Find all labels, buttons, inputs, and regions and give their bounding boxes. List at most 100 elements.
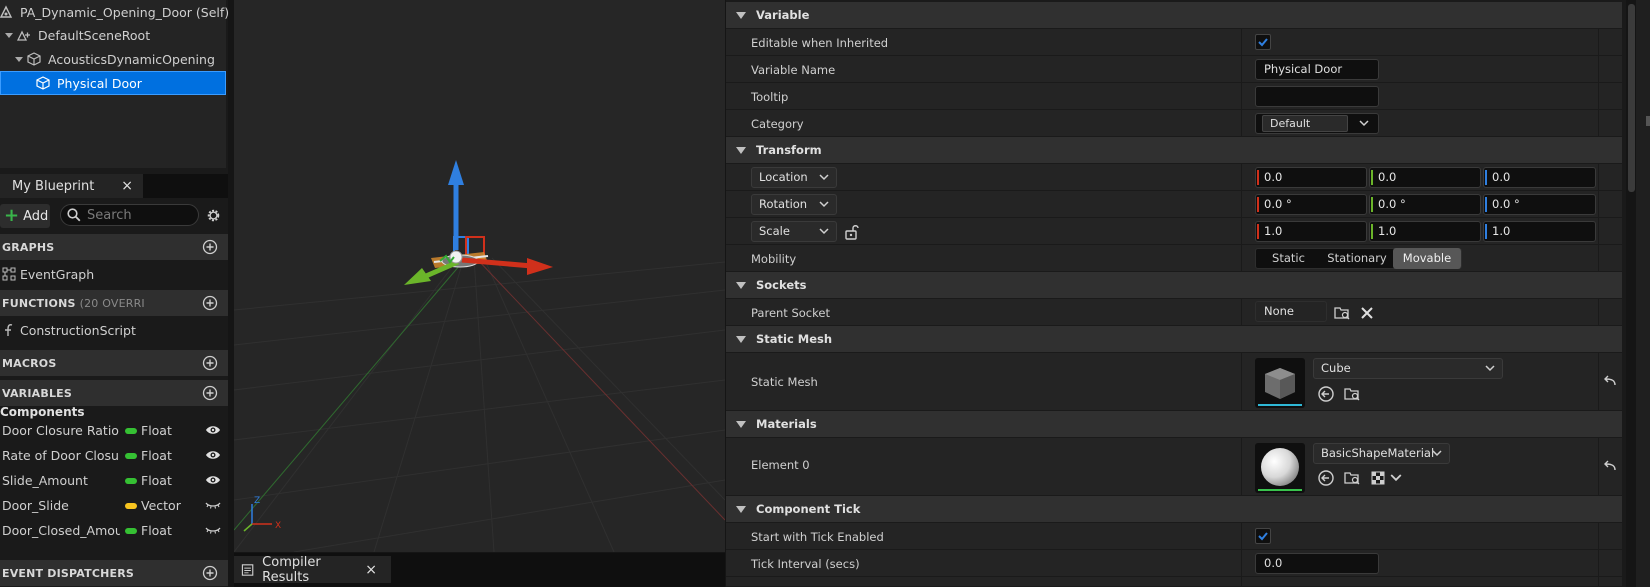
- row-element-0: Element 0: [726, 438, 1622, 496]
- chevron-down-icon[interactable]: [1359, 120, 1369, 127]
- tooltip-field[interactable]: [1255, 86, 1379, 107]
- event-graph-item[interactable]: EventGraph: [0, 262, 228, 286]
- checker-options-icon[interactable]: [1370, 469, 1388, 487]
- material-dropdown[interactable]: BasicShapeMaterial: [1313, 443, 1450, 464]
- variable-type-pill: [125, 428, 137, 434]
- section-sockets[interactable]: Sockets: [726, 272, 1622, 298]
- chevron-down-icon: [819, 201, 829, 208]
- add-event-dispatcher-icon[interactable]: [202, 565, 218, 581]
- add-macro-icon[interactable]: [202, 355, 218, 371]
- rotation-y-field[interactable]: 0.0 °: [1369, 194, 1481, 215]
- chevron-down-icon[interactable]: [1390, 473, 1402, 483]
- settings-gear-icon[interactable]: [205, 207, 222, 224]
- scale-x-field[interactable]: 1.0: [1255, 221, 1367, 242]
- scale-z-field[interactable]: 1.0: [1483, 221, 1596, 242]
- column-splitter[interactable]: [1241, 299, 1242, 326]
- scale-dropdown[interactable]: Scale: [751, 221, 837, 242]
- details-scrollbar-thumb[interactable]: [1628, 4, 1635, 192]
- y-axis-marker: [1371, 197, 1373, 212]
- mobility-stationary-option[interactable]: Stationary: [1321, 248, 1393, 269]
- location-z-field[interactable]: 0.0: [1483, 167, 1596, 188]
- tab-compiler-results[interactable]: Compiler Results ×: [234, 554, 391, 585]
- variable-row[interactable]: Door_Closed_Amoun Float: [0, 518, 228, 543]
- variable-name-field[interactable]: Physical Door: [1255, 59, 1379, 80]
- reset-column-divider: [1598, 353, 1599, 411]
- column-splitter[interactable]: [1241, 523, 1242, 587]
- browse-asset-icon[interactable]: [1343, 385, 1361, 403]
- column-splitter[interactable]: [1241, 29, 1242, 137]
- browse-asset-icon[interactable]: [1343, 469, 1361, 487]
- section-static-mesh[interactable]: Static Mesh: [726, 326, 1622, 352]
- eye-closed-icon[interactable]: [205, 499, 221, 511]
- scene-root-icon: [16, 30, 30, 41]
- location-dropdown[interactable]: Location: [751, 167, 837, 188]
- mobility-static-option[interactable]: Static: [1256, 248, 1321, 269]
- close-tab-button[interactable]: ×: [121, 178, 133, 194]
- x-axis-marker: [1257, 170, 1259, 185]
- static-mesh-dropdown[interactable]: Cube: [1313, 358, 1503, 379]
- add-button[interactable]: + Add: [0, 204, 50, 228]
- rotation-x-field[interactable]: 0.0 °: [1255, 194, 1367, 215]
- transform-gizmo[interactable]: [404, 160, 553, 285]
- eye-closed-icon[interactable]: [205, 524, 221, 536]
- close-compiler-tab-button[interactable]: ×: [365, 562, 377, 578]
- add-variable-icon[interactable]: [202, 385, 218, 401]
- material-thumbnail[interactable]: [1255, 443, 1305, 493]
- construction-script-item[interactable]: ConstructionScript: [0, 318, 228, 342]
- section-component-tick[interactable]: Component Tick: [726, 496, 1622, 522]
- search-box[interactable]: [60, 204, 199, 226]
- use-selected-asset-icon[interactable]: [1317, 469, 1335, 487]
- reset-to-default-icon[interactable]: [1601, 458, 1619, 476]
- unlock-icon[interactable]: [843, 223, 861, 241]
- section-transform[interactable]: Transform: [726, 137, 1622, 163]
- section-variable-label: Variable: [756, 8, 810, 22]
- tree-item-acoustics-opening[interactable]: AcousticsDynamicOpening: [0, 47, 226, 71]
- section-materials[interactable]: Materials: [726, 411, 1622, 437]
- reset-to-default-icon[interactable]: [1601, 373, 1619, 391]
- column-splitter[interactable]: [1241, 353, 1242, 411]
- tree-item-self[interactable]: PA_Dynamic_Opening_Door (Self): [0, 0, 229, 24]
- variable-row[interactable]: Slide_Amount Float: [0, 468, 228, 493]
- scale-y-field[interactable]: 1.0: [1369, 221, 1481, 242]
- editable-when-inherited-checkbox[interactable]: [1255, 34, 1271, 50]
- rotation-z-field[interactable]: 0.0 °: [1483, 194, 1596, 215]
- add-function-icon[interactable]: [202, 295, 218, 311]
- chevron-down-icon: [819, 174, 829, 181]
- functions-header[interactable]: FUNCTIONS (20 OVERRI: [0, 290, 228, 316]
- eye-open-icon[interactable]: [205, 424, 221, 436]
- compiler-results-label: Compiler Results: [262, 554, 321, 585]
- tree-item-physical-door[interactable]: Physical Door: [0, 71, 226, 95]
- eye-open-icon[interactable]: [205, 449, 221, 461]
- section-variable[interactable]: Variable: [726, 2, 1622, 28]
- viewport[interactable]: Z X: [234, 0, 725, 552]
- category-combo[interactable]: Default: [1255, 113, 1379, 134]
- graphs-header[interactable]: GRAPHS: [0, 234, 228, 260]
- use-selected-asset-icon[interactable]: [1317, 385, 1335, 403]
- mobility-movable-option[interactable]: Movable: [1393, 248, 1461, 269]
- column-splitter[interactable]: [1241, 164, 1242, 272]
- variable-row[interactable]: Door_Slide Vector: [0, 493, 228, 518]
- variables-header[interactable]: VARIABLES: [0, 380, 228, 406]
- browse-socket-icon[interactable]: [1333, 304, 1351, 322]
- start-with-tick-checkbox[interactable]: [1255, 528, 1271, 544]
- location-x-field[interactable]: 0.0: [1255, 167, 1367, 188]
- tab-my-blueprint[interactable]: My Blueprint ×: [0, 174, 143, 198]
- category-value[interactable]: Default: [1262, 115, 1348, 132]
- search-input[interactable]: [87, 207, 187, 223]
- tick-interval-field[interactable]: 0.0: [1255, 553, 1379, 574]
- variable-type-pill: [125, 528, 137, 534]
- macros-header[interactable]: MACROS: [0, 350, 228, 376]
- rotation-dropdown[interactable]: Rotation: [751, 194, 837, 215]
- parent-socket-field[interactable]: None: [1255, 301, 1327, 322]
- add-graph-icon[interactable]: [202, 239, 218, 255]
- location-y-field[interactable]: 0.0: [1369, 167, 1481, 188]
- column-splitter[interactable]: [1241, 438, 1242, 496]
- event-dispatchers-header[interactable]: EVENT DISPATCHERS: [0, 560, 228, 586]
- tree-item-default-scene-root[interactable]: DefaultSceneRoot: [0, 23, 226, 47]
- eye-open-icon[interactable]: [205, 474, 221, 486]
- z-axis-marker: [1485, 224, 1487, 239]
- variable-row[interactable]: Rate of Door Closure Float: [0, 443, 228, 468]
- clear-x-icon[interactable]: [1358, 304, 1376, 322]
- variable-row[interactable]: Door Closure Ratio Float: [0, 418, 228, 443]
- static-mesh-thumbnail[interactable]: [1255, 358, 1305, 408]
